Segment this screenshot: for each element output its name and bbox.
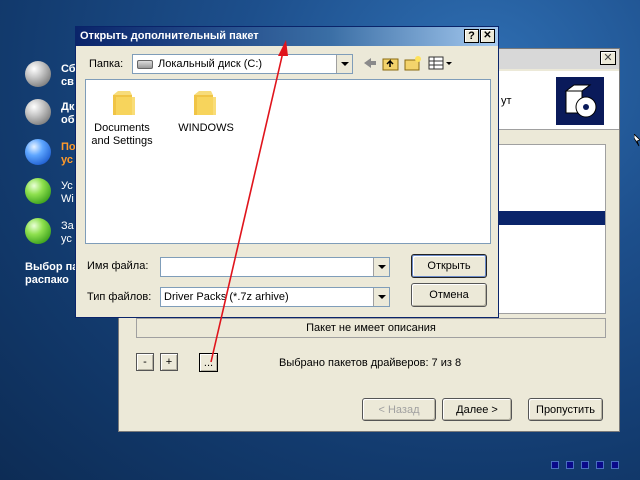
annotation-arrow-line — [210, 51, 284, 363]
mouse-cursor-icon — [633, 133, 640, 150]
annotation-arrowhead — [278, 40, 288, 56]
annotation-arrow — [210, 40, 288, 363]
